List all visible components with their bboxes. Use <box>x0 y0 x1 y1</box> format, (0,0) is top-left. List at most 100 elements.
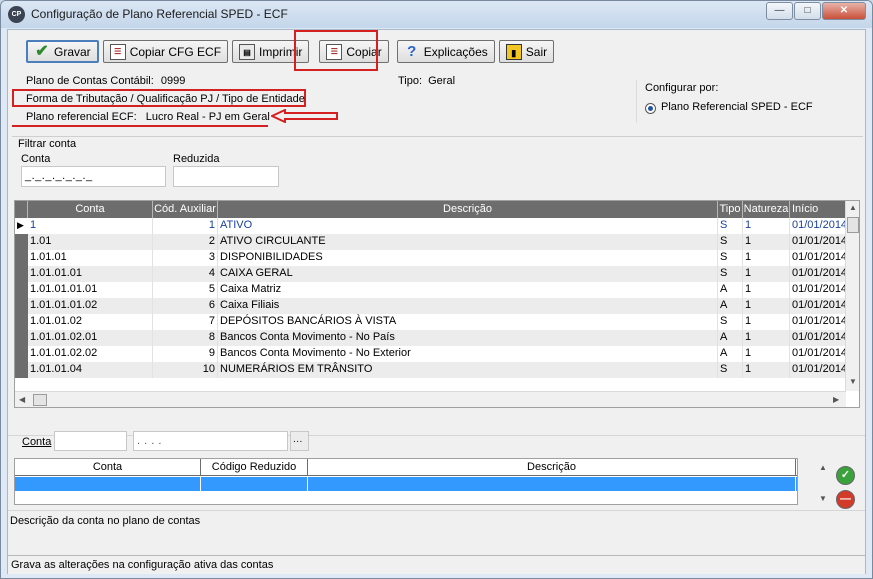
cell-natureza: 1 <box>743 362 790 378</box>
lower-conta-input[interactable] <box>54 431 127 451</box>
cell-cod-auxiliar: 6 <box>153 298 218 314</box>
configurar-por-group: Configurar por: Plano Referencial SPED -… <box>636 80 866 123</box>
filtrar-title: Filtrar conta <box>18 138 77 150</box>
scroll-left-icon[interactable]: ◀ <box>19 395 25 404</box>
close-button[interactable]: ✕ <box>822 2 866 20</box>
referencial-label: Plano referencial ECF: <box>26 111 137 123</box>
table-row[interactable]: 1.01.01.01.02 6 Caixa Filiais A 1 01/01/2014 <box>15 298 846 314</box>
cell-conta: 1 <box>28 218 153 234</box>
minimize-button[interactable]: — <box>766 2 793 20</box>
forma-tributacao-link[interactable]: Forma de Tributação / Qualificação PJ / … <box>26 93 305 105</box>
col-descricao[interactable]: Descrição <box>218 201 718 218</box>
cell-natureza: 1 <box>743 234 790 250</box>
cell-inicio: 01/01/2014 <box>790 266 846 282</box>
scroll-right-icon[interactable]: ▶ <box>833 395 839 404</box>
grid2-scroll-up-icon[interactable]: ▲ <box>819 463 827 472</box>
col2-codigo-reduzido[interactable]: Código Reduzido <box>201 459 308 475</box>
gravar-button[interactable]: ✔ Gravar <box>26 40 99 63</box>
row-indicator <box>15 266 28 282</box>
maximize-button[interactable]: □ <box>794 2 821 20</box>
explicacoes-label: Explicações <box>423 44 488 59</box>
table-row[interactable]: 1.01 2 ATIVO CIRCULANTE S 1 01/01/2014 <box>15 234 846 250</box>
cell-conta: 1.01.01.04 <box>28 362 153 378</box>
tipo-info: Tipo: Geral <box>398 75 455 87</box>
app-icon: CP <box>8 6 25 23</box>
remove-icon[interactable]: — <box>836 490 855 509</box>
cell-natureza: 1 <box>743 298 790 314</box>
table-row[interactable]: 1.01.01.02.01 8 Bancos Conta Movimento - N… <box>15 330 846 346</box>
cell-conta: 1.01.01 <box>28 250 153 266</box>
grid2-scroll-down-icon[interactable]: ▼ <box>819 494 827 503</box>
grid2-header: Conta Código Reduzido Descrição <box>15 459 797 476</box>
col-conta[interactable]: Conta <box>28 201 153 218</box>
cell-cod-auxiliar: 7 <box>153 314 218 330</box>
tipo-value: Geral <box>428 75 456 87</box>
table-row[interactable]: 1.01.01.01.01 5 Caixa Matriz A 1 01/01/2014 <box>15 282 846 298</box>
status-bar: Grava as alterações na configuração ativ… <box>8 555 865 574</box>
table-row[interactable]: 1.01.01.01 4 CAIXA GERAL S 1 01/01/2014 <box>15 266 846 282</box>
cell-tipo: A <box>718 298 743 314</box>
vertical-scroll-thumb[interactable] <box>847 217 859 233</box>
cell-cod-auxiliar: 8 <box>153 330 218 346</box>
cell-cod-auxiliar: 1 <box>153 218 218 234</box>
cell-tipo: A <box>718 282 743 298</box>
status-text: Grava as alterações na configuração ativ… <box>11 559 274 571</box>
horizontal-scroll-thumb[interactable] <box>33 394 47 406</box>
plano-contas-info: Plano de Contas Contábil: 0999 <box>26 75 185 87</box>
row-indicator <box>15 250 28 266</box>
cell-conta: 1.01.01.02.02 <box>28 346 153 362</box>
contas-grid[interactable]: Conta Cód. Auxiliar Descrição Tipo Natur… <box>14 200 860 408</box>
scroll-up-icon[interactable]: ▲ <box>849 203 857 212</box>
cell-cod-auxiliar: 5 <box>153 282 218 298</box>
col-tipo[interactable]: Tipo <box>718 201 743 218</box>
cell-natureza: 1 <box>743 218 790 234</box>
cell-descricao: Bancos Conta Movimento - No País <box>218 330 718 346</box>
grid-vertical-scrollbar[interactable]: ▲ ▼ <box>845 201 859 391</box>
title-bar[interactable]: CP Configuração de Plano Referencial SPE… <box>1 1 872 28</box>
confirm-icon[interactable]: ✓ <box>836 466 855 485</box>
table-row[interactable]: 1.01.01.02 7 DEPÓSITOS BANCÁRIOS À VISTA S 1… <box>15 314 846 330</box>
filtro-reduzida-input[interactable] <box>173 166 279 187</box>
cell-descricao: Bancos Conta Movimento - No Exterior <box>218 346 718 362</box>
col-inicio[interactable]: Início <box>790 201 846 218</box>
scroll-down-icon[interactable]: ▼ <box>849 377 857 386</box>
row-indicator <box>15 234 28 250</box>
table-row[interactable]: 1.01.01 3 DISPONIBILIDADES S 1 01/01/2014 <box>15 250 846 266</box>
browse-button[interactable]: ... <box>290 431 309 451</box>
window-title: Configuração de Plano Referencial SPED -… <box>31 7 288 21</box>
cell-tipo: A <box>718 330 743 346</box>
row-indicator <box>15 346 28 362</box>
row-indicator <box>15 282 28 298</box>
cell-tipo: S <box>718 218 743 234</box>
cell-inicio: 01/01/2014 <box>790 250 846 266</box>
col2-conta[interactable]: Conta <box>15 459 201 475</box>
cell-natureza: 1 <box>743 330 790 346</box>
sair-button[interactable]: ▮ Sair <box>498 40 555 63</box>
cell-natureza: 1 <box>743 282 790 298</box>
cell-descricao: ATIVO <box>218 218 718 234</box>
selected-row[interactable] <box>15 477 797 491</box>
col-cod-auxiliar[interactable]: Cód. Auxiliar <box>153 201 218 218</box>
col2-descricao[interactable]: Descrição <box>308 459 796 475</box>
lower-conta-mask-input[interactable]: . . . . <box>133 431 288 451</box>
plano-referencial-radio[interactable] <box>645 103 656 114</box>
explicacoes-button[interactable]: ? Explicações <box>396 40 495 63</box>
filtro-conta-label: Conta <box>21 153 51 165</box>
filtro-conta-input[interactable]: _._._._._._._ <box>21 166 166 187</box>
table-row[interactable]: 1.01.01.02.02 9 Bancos Conta Movimento - N… <box>15 346 846 362</box>
cell-tipo: A <box>718 346 743 362</box>
cell-tipo: S <box>718 250 743 266</box>
cell-tipo: S <box>718 234 743 250</box>
col-natureza[interactable]: Natureza <box>743 201 790 218</box>
copiar-cfg-ecf-button[interactable]: ☰ Copiar CFG ECF <box>102 40 229 63</box>
sair-label: Sair <box>525 44 548 59</box>
cell-tipo: S <box>718 266 743 282</box>
cell-natureza: 1 <box>743 250 790 266</box>
copiar-highlight-box <box>294 30 378 71</box>
selected-contas-grid[interactable]: Conta Código Reduzido Descrição <box>14 458 798 505</box>
cell-cod-auxiliar: 4 <box>153 266 218 282</box>
grid-horizontal-scrollbar[interactable]: ◀ ▶ <box>15 391 846 407</box>
referencial-underline <box>12 125 268 127</box>
table-row[interactable]: 1.01.01.04 10 NUMERÁRIOS EM TRÂNSITO S 1 01/0… <box>15 362 846 378</box>
table-row[interactable]: ▶ 1 1 ATIVO S 1 01/01/2014 <box>15 218 846 234</box>
